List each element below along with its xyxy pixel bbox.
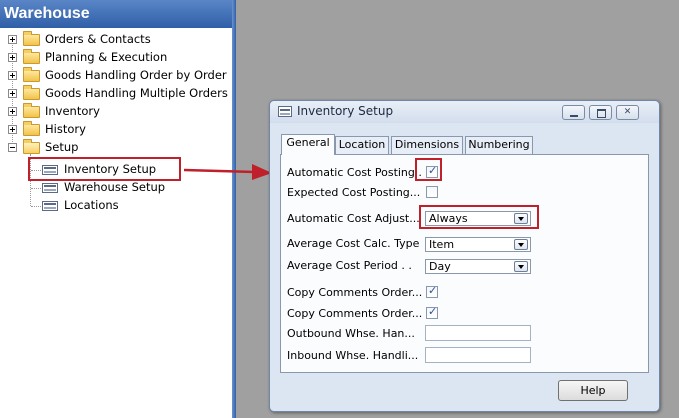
expand-plus-icon[interactable] [8, 107, 17, 116]
inbound-whse-handling-label: Inbound Whse. Handli... [287, 349, 419, 362]
expand-plus-icon[interactable] [8, 89, 17, 98]
tree-item-goods-handling-order-by-order[interactable]: Goods Handling Order by Order [0, 66, 232, 84]
dialog-title: Inventory Setup [297, 104, 394, 118]
highlight-box-inventory-setup [28, 157, 181, 181]
expand-plus-icon[interactable] [8, 35, 17, 44]
tree-item-planning-execution[interactable]: Planning & Execution [0, 48, 232, 66]
folder-icon [23, 121, 40, 136]
automatic-cost-adjust-label: Automatic Cost Adjust... [287, 212, 420, 225]
average-cost-period-value: Day [429, 260, 451, 273]
expand-plus-icon[interactable] [8, 53, 17, 62]
folder-icon [23, 103, 40, 118]
folder-icon [23, 67, 40, 82]
copy-comments-order-checkbox[interactable] [426, 284, 438, 298]
tree-item-label: Goods Handling Order by Order [45, 68, 227, 82]
folder-icon [23, 85, 40, 100]
folder-icon [23, 49, 40, 64]
average-cost-calc-type-select[interactable]: Item [425, 237, 531, 252]
red-arrow-icon [183, 164, 272, 180]
nav-pane-splitter[interactable] [232, 0, 236, 418]
close-button[interactable]: ✕ [616, 105, 639, 120]
expand-plus-icon[interactable] [8, 71, 17, 80]
tree-item-label: Inventory [45, 104, 100, 118]
average-cost-calc-type-value: Item [429, 238, 455, 251]
copy-comments-order-label: Copy Comments Order... [287, 286, 423, 299]
tab-location[interactable]: Location [335, 136, 389, 154]
average-cost-calc-type-label: Average Cost Calc. Type [287, 237, 420, 250]
tree-item-label: History [45, 122, 86, 136]
tree-item-orders-contacts[interactable]: Orders & Contacts [0, 30, 232, 48]
expand-plus-icon[interactable] [8, 125, 17, 134]
expected-cost-posting-label: Expected Cost Posting... [287, 186, 421, 199]
inbound-whse-handling-field[interactable] [425, 347, 531, 363]
tab-general[interactable]: General [281, 134, 335, 155]
average-cost-period-label: Average Cost Period . . [287, 259, 412, 272]
highlight-box-cost-adjust [419, 205, 539, 229]
tree-item-goods-handling-multiple-orders[interactable]: Goods Handling Multiple Orders [0, 84, 232, 102]
outbound-whse-handling-field[interactable] [425, 325, 531, 341]
tree-item-label: Locations [64, 198, 119, 212]
general-tab-panel: Automatic Cost Posting . Expected Cost P… [280, 154, 649, 373]
copy-comments-order-checkbox[interactable] [426, 305, 438, 319]
tree-item-label: Goods Handling Multiple Orders [45, 86, 228, 100]
open-folder-icon [23, 139, 40, 154]
outbound-whse-handling-label: Outbound Whse. Han... [287, 327, 415, 340]
tree-item-locations[interactable]: Locations [0, 196, 232, 214]
average-cost-period-select[interactable]: Day [425, 259, 531, 274]
form-icon [42, 183, 58, 193]
nav-header-title[interactable]: Warehouse [0, 0, 232, 28]
copy-comments-order-label: Copy Comments Order... [287, 307, 423, 320]
form-icon [278, 106, 292, 117]
tree-item-label: Orders & Contacts [45, 32, 151, 46]
collapse-minus-icon[interactable] [8, 143, 17, 152]
folder-icon [23, 31, 40, 46]
tree-item-label: Setup [45, 140, 79, 154]
tab-numbering[interactable]: Numbering [465, 136, 533, 154]
minimize-button[interactable] [562, 105, 585, 120]
inventory-setup-dialog: Inventory Setup ✕ General Location Dimen… [269, 100, 660, 412]
expected-cost-posting-checkbox[interactable] [426, 186, 438, 198]
tree-item-history[interactable]: History [0, 120, 232, 138]
tree-item-setup[interactable]: Setup [0, 138, 232, 156]
automatic-cost-posting-label: Automatic Cost Posting . [287, 166, 422, 179]
dropdown-arrow-icon[interactable] [514, 261, 528, 272]
maximize-button[interactable] [589, 105, 612, 120]
highlight-box-cost-posting [415, 158, 442, 181]
navigation-pane: Warehouse Orders & Contacts Planning & E… [0, 0, 232, 418]
tree-item-inventory[interactable]: Inventory [0, 102, 232, 120]
dropdown-arrow-icon[interactable] [514, 239, 528, 250]
tree-item-label: Planning & Execution [45, 50, 168, 64]
form-icon [42, 201, 58, 211]
dialog-titlebar[interactable]: Inventory Setup ✕ [270, 101, 659, 123]
help-button[interactable]: Help [558, 380, 628, 401]
tab-dimensions[interactable]: Dimensions [391, 136, 463, 154]
